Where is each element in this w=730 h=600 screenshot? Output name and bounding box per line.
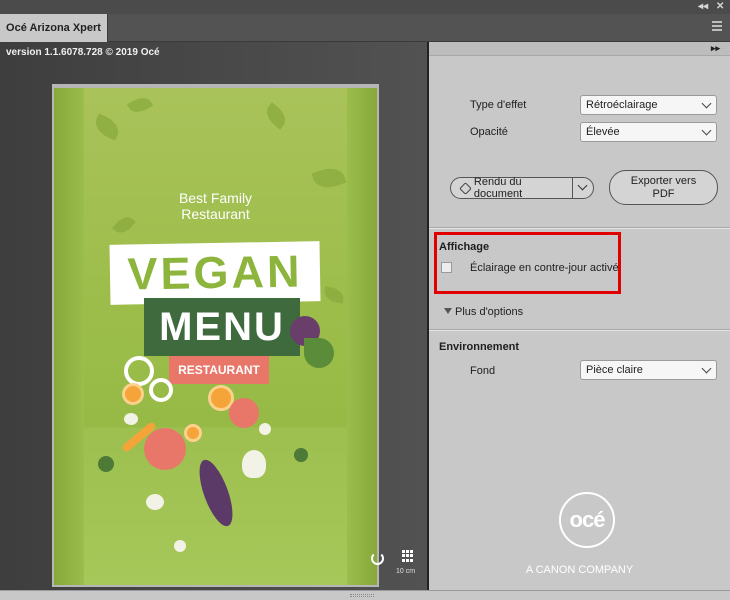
chevron-down-icon [577,180,588,191]
oce-logo: océ [559,492,615,548]
poster-preview: Best Family Restaurant VEGAN MENU RESTAU… [54,88,377,585]
tab-oce-arizona-xpert[interactable]: Océ Arizona Xpert [0,14,108,42]
effect-type-select[interactable]: Rétroéclairage [580,95,717,115]
poster-title-restaurant: RESTAURANT [169,356,269,384]
poster-title-menu: MENU [144,298,300,356]
mushroom-illustration [259,423,271,435]
preview-area: version 1.1.6078.728 © 2019 Océ Best Fam… [0,42,427,590]
display-section-title: Affichage [439,241,490,253]
chevron-down-icon [701,363,712,374]
triangle-down-icon [444,308,452,314]
poster-title-vegan: VEGAN [109,241,321,305]
cube-icon [459,181,472,195]
chevron-down-icon [701,98,712,109]
grid-icon[interactable] [402,550,414,562]
more-options-toggle[interactable]: Plus d'options [444,306,523,318]
render-options-dropdown[interactable] [574,178,593,198]
expand-panel-icon[interactable]: ▸▸ [711,43,720,54]
background-label: Fond [470,365,496,377]
leaf-decoration [261,102,291,130]
panel-menu-icon[interactable] [712,21,722,33]
tab-bar: Océ Arizona Xpert [0,14,730,42]
export-pdf-button[interactable]: Exporter vers PDF [609,170,718,205]
opacity-select[interactable]: Élevée [580,122,717,142]
bottom-strip [0,590,730,600]
panel-header: ▸▸ [429,42,730,56]
window-top-strip: ◂◂ ✕ [0,0,730,14]
onion-ring-illustration [124,356,154,386]
effect-type-label: Type d'effet [470,99,527,111]
leaf-decoration [311,163,347,193]
leaf-decoration [126,93,154,117]
collapse-panel-icon[interactable]: ◂◂ [698,0,708,14]
leaf-decoration [91,113,123,141]
leaf-decoration [322,286,346,304]
close-icon[interactable]: ✕ [716,0,724,14]
herb-illustration [294,448,308,462]
leaf-illustration [304,338,334,368]
resize-grip[interactable] [350,594,374,597]
backlight-checkbox-label: Éclairage en contre-jour activé [470,262,619,274]
scale-label: 10 cm [396,568,416,575]
canon-tagline: A CANON COMPANY [525,564,634,576]
render-document-split-button: Rendu du document [450,176,594,200]
reset-view-icon[interactable] [371,552,384,565]
background-select[interactable]: Pièce claire [580,360,717,380]
orange-slice-illustration [184,424,202,442]
herb-illustration [98,456,114,472]
mushroom-illustration [124,413,138,425]
onion-ring-illustration [149,378,173,402]
orange-slice-illustration [122,383,144,405]
render-document-button[interactable]: Rendu du document [451,176,573,200]
poster-subtitle: Best Family Restaurant [178,190,253,222]
environment-section-title: Environnement [439,341,520,353]
version-text: version 1.1.6078.728 © 2019 Océ [6,47,160,58]
settings-panel: ▸▸ Type d'effet Rétroéclairage Opacité É… [429,42,730,590]
mushroom-illustration [174,540,186,552]
garlic-illustration [242,450,266,478]
tomato-illustration [144,428,186,470]
tomato-illustration [229,398,259,428]
mushroom-illustration [146,494,164,510]
chevron-down-icon [701,125,712,136]
backlight-checkbox[interactable] [441,262,452,273]
opacity-label: Opacité [470,126,508,138]
